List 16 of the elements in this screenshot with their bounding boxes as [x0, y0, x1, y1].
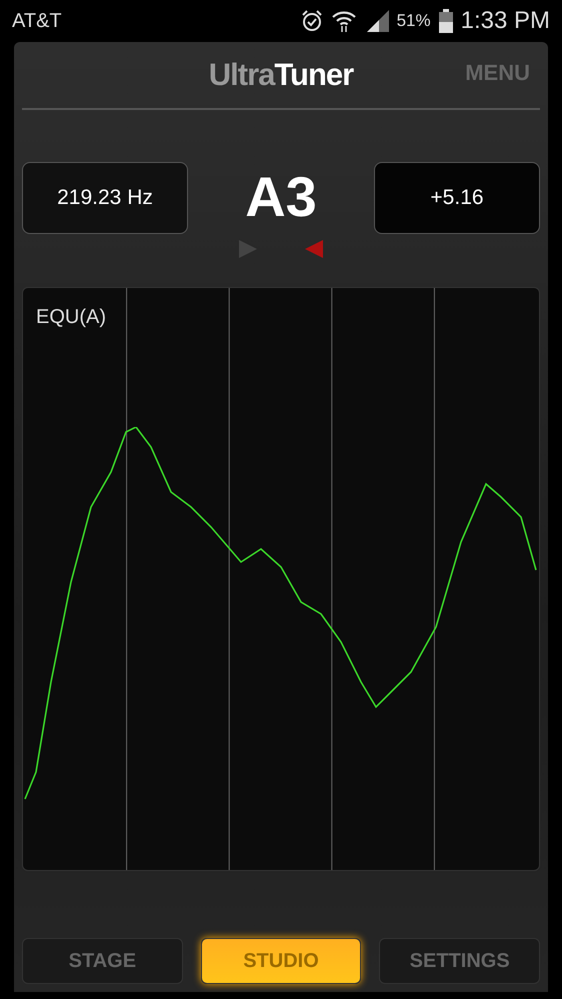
cents-display: +5.16 [374, 162, 540, 234]
alarm-icon [300, 9, 323, 33]
frequency-display: 219.23 Hz [22, 162, 188, 234]
graph-label: EQU(A) [36, 306, 106, 329]
app-logo: UltraTuner [208, 57, 354, 93]
tab[interactable]: STUDIO [200, 938, 362, 984]
wifi-icon [330, 9, 357, 33]
signal-icon [364, 10, 389, 32]
battery-icon [438, 9, 453, 33]
tab[interactable]: STAGE [22, 938, 183, 984]
clock-time: 1:33 PM [460, 7, 550, 35]
note-name: A3 [245, 164, 317, 230]
battery-percent: 51% [396, 11, 431, 31]
carrier-name: AT&T [12, 10, 62, 32]
tab[interactable]: SETTINGS [379, 938, 540, 984]
menu-button[interactable]: MENU [465, 60, 530, 86]
